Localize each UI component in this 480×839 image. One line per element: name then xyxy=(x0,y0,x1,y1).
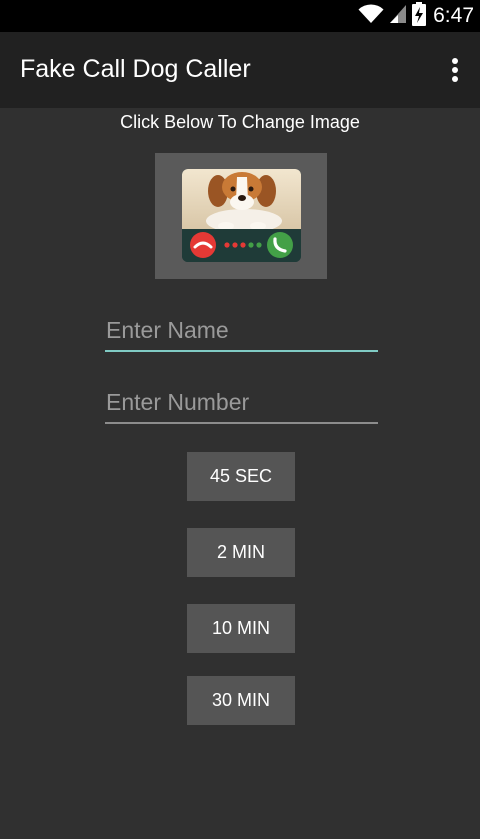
status-bar: 6:47 xyxy=(0,0,480,32)
10-min-button[interactable]: 10 MIN xyxy=(187,604,295,653)
beagle-puppy-call-image xyxy=(182,169,301,262)
battery-charging-icon xyxy=(412,1,427,31)
app-title: Fake Call Dog Caller xyxy=(20,55,251,83)
45-sec-button[interactable]: 45 SEC xyxy=(187,452,295,501)
app-bar: Fake Call Dog Caller xyxy=(0,32,480,108)
number-underline xyxy=(105,422,378,424)
name-field-container xyxy=(105,312,378,352)
number-field-container xyxy=(105,384,378,424)
name-underline xyxy=(105,350,378,352)
signal-icon xyxy=(389,4,407,29)
wifi-icon xyxy=(358,3,384,29)
number-input[interactable] xyxy=(105,384,378,420)
caller-image-button[interactable] xyxy=(155,153,327,279)
2-min-button[interactable]: 2 MIN xyxy=(187,528,295,577)
change-image-instruction: Click Below To Change Image xyxy=(120,112,360,132)
more-vertical-icon[interactable] xyxy=(444,54,466,86)
status-icons: 6:47 xyxy=(358,1,474,31)
status-time: 6:47 xyxy=(433,4,474,27)
name-input[interactable] xyxy=(105,312,378,348)
30-min-button[interactable]: 30 MIN xyxy=(187,676,295,725)
